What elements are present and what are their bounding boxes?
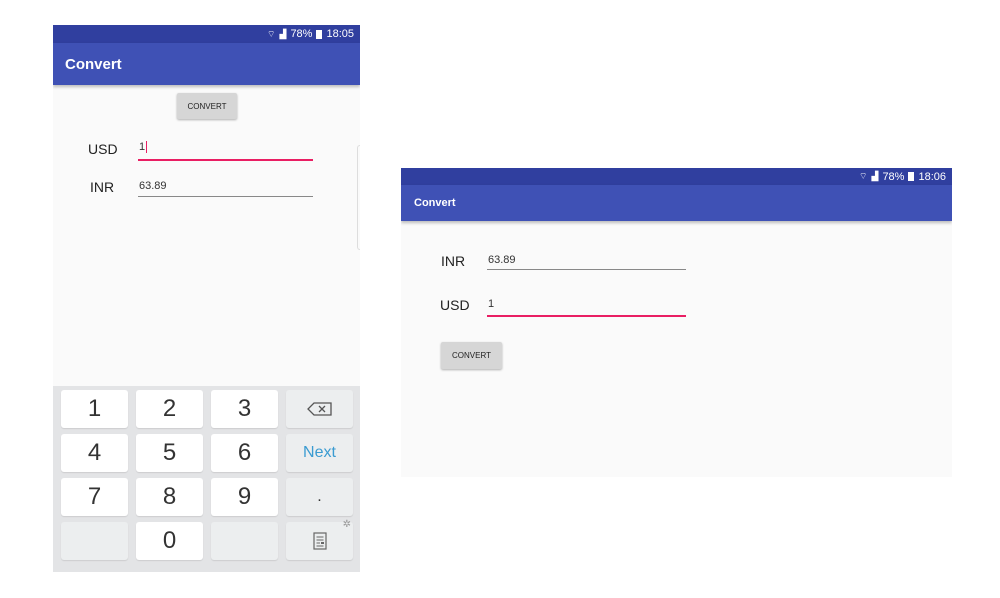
usd-input-value: 1	[139, 141, 146, 153]
key-0[interactable]: 0	[136, 522, 203, 560]
keyboard-layout-icon	[312, 532, 327, 550]
battery-icon	[316, 29, 323, 39]
key-4[interactable]: 4	[61, 434, 128, 472]
signal-icon: ▟	[279, 28, 287, 39]
numeric-keyboard: 1 2 3 4 5 6 Next 7 8 9 . 0 ✲	[53, 386, 360, 572]
inr-input[interactable]: 63.89	[487, 254, 686, 270]
key-2[interactable]: 2	[136, 390, 203, 428]
phone-screen: ⌔ ▟ 78% 18:05 Convert CONVERT USD 1 INR …	[53, 25, 360, 572]
signal-icon: ▟	[871, 171, 879, 181]
usd-input[interactable]: 1	[487, 298, 686, 317]
key-3[interactable]: 3	[211, 390, 278, 428]
usd-input-value: 1	[488, 298, 495, 310]
wifi-icon: ⌔	[859, 171, 868, 181]
tablet-status-bar: ⌔ ▟ 78% 18:06	[401, 168, 952, 185]
inr-label: INR	[441, 253, 466, 269]
usd-input[interactable]: 1	[138, 141, 313, 161]
battery-percent: 78%	[290, 28, 313, 40]
inr-input-value: 63.89	[488, 254, 516, 266]
app-title: Convert	[65, 55, 122, 73]
usd-label: USD	[88, 141, 118, 157]
key-8[interactable]: 8	[136, 478, 203, 516]
tablet-app-bar: Convert	[401, 185, 952, 221]
inr-label: INR	[90, 179, 115, 195]
inr-input[interactable]: 63.89	[138, 180, 313, 197]
key-5[interactable]: 5	[136, 434, 203, 472]
key-7[interactable]: 7	[61, 478, 128, 516]
status-time: 18:06	[918, 170, 946, 183]
battery-icon	[908, 172, 915, 181]
dot-key[interactable]: .	[286, 478, 353, 516]
inr-input-value: 63.89	[139, 180, 167, 192]
text-cursor	[146, 141, 148, 154]
blank-key-left[interactable]	[61, 522, 128, 560]
blank-key-right[interactable]	[211, 522, 278, 560]
app-title: Convert	[414, 197, 456, 209]
backspace-key[interactable]	[286, 390, 353, 428]
app-bar: Convert	[53, 43, 360, 85]
battery-percent: 78%	[882, 170, 905, 183]
key-1[interactable]: 1	[61, 390, 128, 428]
convert-button[interactable]: CONVERT	[441, 342, 502, 369]
usd-label: USD	[440, 297, 470, 313]
gear-icon: ✲	[342, 519, 351, 530]
scroll-edge	[357, 145, 360, 250]
wifi-icon: ⌔	[267, 28, 276, 39]
next-key[interactable]: Next	[286, 434, 353, 472]
convert-button[interactable]: CONVERT	[177, 93, 237, 119]
backspace-icon	[306, 402, 333, 416]
status-bar: ⌔ ▟ 78% 18:05	[53, 25, 360, 43]
status-time: 18:05	[326, 28, 354, 40]
tablet-screen: ⌔ ▟ 78% 18:06 Convert INR 63.89 USD 1 CO…	[401, 168, 952, 477]
key-6[interactable]: 6	[211, 434, 278, 472]
key-9[interactable]: 9	[211, 478, 278, 516]
